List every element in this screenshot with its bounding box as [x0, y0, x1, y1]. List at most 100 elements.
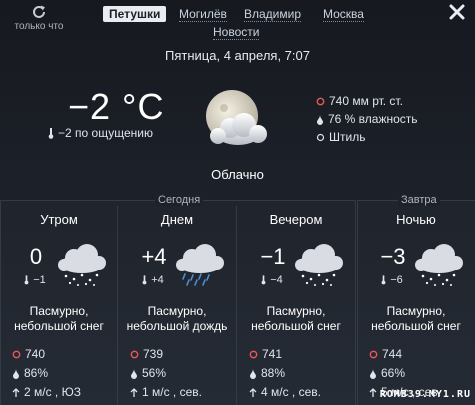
current-date: Пятница, 4 апреля, 7:07	[165, 48, 310, 63]
pressure-icon	[369, 350, 378, 359]
period-humidity-text: 66%	[381, 366, 406, 380]
period-temperature: 0	[29, 244, 43, 269]
cloud-precip-icon	[58, 244, 106, 286]
period-desc-line2: небольшой дождь	[126, 319, 228, 333]
tab-moskva[interactable]: Москва	[323, 7, 364, 22]
wind-arrow-icon	[249, 387, 257, 397]
refresh-icon	[33, 5, 45, 18]
period-temperature: −1	[260, 244, 286, 269]
feels-like: −2 по ощущению	[48, 126, 153, 140]
pressure-icon	[12, 350, 21, 359]
period-title: Днем	[160, 212, 194, 227]
cloud-precip-icon	[176, 244, 224, 286]
droplet-icon	[13, 368, 19, 379]
current-stats: 740 мм рт. ст. 76 % влажность Штиль	[316, 92, 418, 146]
period-pressure: 741	[249, 345, 321, 364]
thermometer-icon	[48, 128, 54, 140]
forecast-column-3: Ночью −3 −6 Пасмурно, небольшой снег 744…	[357, 200, 475, 405]
period-stats: 741 88% 4 м/с , сев.	[249, 345, 321, 402]
period-humidity: 86%	[12, 364, 81, 383]
period-wind: 2 м/с , ЮЗ	[12, 383, 81, 402]
pressure-icon	[130, 350, 139, 359]
thermometer-icon	[381, 275, 386, 285]
period-humidity: 56%	[130, 364, 202, 383]
period-pressure-text: 744	[382, 347, 403, 361]
period-feels-text: −6	[390, 274, 403, 286]
thermometer-icon	[24, 275, 29, 285]
tab-petushki[interactable]: Петушки	[103, 6, 167, 22]
moon-cloud-icon	[206, 90, 267, 145]
period-wind-text: 1 м/с , сев.	[142, 385, 202, 399]
pressure-icon	[249, 350, 258, 359]
wind-text: Штиль	[329, 130, 366, 144]
refresh-label: только что	[14, 21, 64, 32]
tab-vladimir[interactable]: Владимир	[244, 7, 302, 22]
period-feels-text: −1	[33, 274, 46, 286]
period-stats: 739 56% 1 м/с , сев.	[130, 345, 202, 402]
period-description: Пасмурно, небольшой снег	[357, 304, 475, 334]
humidity-text: 76 % влажность	[328, 112, 418, 126]
period-humidity-text: 86%	[24, 366, 49, 380]
period-feels-text: −4	[270, 274, 283, 286]
tab-novosti[interactable]: Новости	[213, 25, 260, 40]
period-wind-text: 2 м/с , ЮЗ	[24, 385, 81, 399]
period-desc-line1: Пасмурно,	[29, 304, 89, 318]
period-pressure-text: 739	[143, 347, 164, 361]
thermometer-icon	[261, 275, 266, 285]
period-temperature: −3	[380, 244, 406, 269]
pressure-text: 740 мм рт. ст.	[329, 94, 403, 108]
period-desc-line2: небольшой снег	[251, 319, 341, 333]
humidity-row: 76 % влажность	[316, 110, 418, 128]
feels-like-text: −2 по ощущению	[58, 126, 153, 140]
period-wind: 1 м/с , сев.	[130, 383, 202, 402]
period-wind-text: 4 м/с , сев.	[261, 385, 321, 399]
period-pressure-text: 741	[262, 347, 283, 361]
period-pressure: 740	[12, 345, 81, 364]
period-pressure: 739	[130, 345, 202, 364]
period-description: Пасмурно, небольшой дождь	[118, 304, 236, 334]
period-temperature: +4	[141, 244, 167, 269]
wind-arrow-icon	[130, 387, 138, 397]
droplet-icon	[317, 114, 323, 125]
forecast-column-2: Вечером −1 −4 Пасмурно, небольшой снег 7…	[237, 200, 355, 405]
period-title: Вечером	[269, 212, 323, 227]
forecast-column-0: Утром 0 −1 Пасмурно, небольшой снег 740 …	[0, 200, 118, 405]
refresh-button[interactable]: только что	[8, 4, 70, 32]
period-desc-line1: Пасмурно,	[147, 304, 207, 318]
weather-widget: только что Петушки Могилёв Владимир Моск…	[0, 0, 475, 405]
period-wind: 4 м/с , сев.	[249, 383, 321, 402]
period-humidity-text: 56%	[142, 366, 167, 380]
period-description: Пасмурно, небольшой снег	[237, 304, 355, 334]
period-title: Ночью	[396, 212, 436, 227]
pressure-row: 740 мм рт. ст.	[316, 92, 418, 110]
period-desc-line1: Пасмурно,	[386, 304, 446, 318]
calm-icon	[316, 134, 325, 142]
wind-row: Штиль	[316, 128, 418, 146]
droplet-icon	[370, 368, 376, 379]
close-icon[interactable]	[449, 4, 465, 20]
period-pressure: 744	[369, 345, 441, 364]
current-condition: Облачно	[211, 167, 264, 182]
droplet-icon	[131, 368, 137, 379]
period-desc-line1: Пасмурно,	[266, 304, 326, 318]
period-humidity: 66%	[369, 364, 441, 383]
forecast-column-1: Днем +4 +4 Пасмурно, небольшой дождь 739…	[118, 200, 236, 405]
period-stats: 740 86% 2 м/с , ЮЗ	[12, 345, 81, 402]
period-humidity-text: 88%	[261, 366, 286, 380]
current-temperature: −2 °C	[68, 86, 165, 127]
period-title: Утром	[40, 212, 78, 227]
cloud-precip-icon	[295, 244, 343, 286]
watermark: ROMB39.MY1.RU	[379, 389, 471, 400]
period-desc-line2: небольшой снег	[371, 319, 461, 333]
thermometer-icon	[142, 275, 147, 285]
tab-mogilev[interactable]: Могилёв	[179, 7, 227, 22]
period-description: Пасмурно, небольшой снег	[0, 304, 118, 334]
period-feels-text: +4	[151, 274, 164, 286]
cloud-precip-icon	[415, 244, 463, 286]
period-pressure-text: 740	[25, 347, 46, 361]
pressure-icon	[316, 97, 325, 106]
wind-arrow-icon	[12, 387, 20, 397]
period-humidity: 88%	[249, 364, 321, 383]
droplet-icon	[250, 368, 256, 379]
period-desc-line2: небольшой снег	[14, 319, 104, 333]
